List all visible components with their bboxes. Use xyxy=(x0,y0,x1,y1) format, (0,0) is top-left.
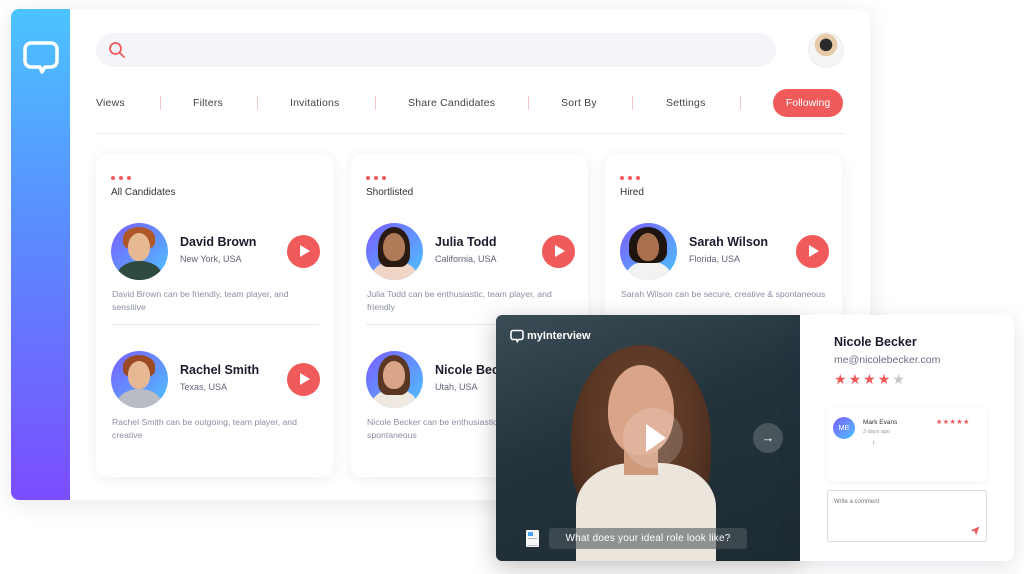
candidate-location: Utah, USA xyxy=(435,382,478,392)
star-icon[interactable]: ★ xyxy=(834,371,847,388)
play-video-button[interactable] xyxy=(542,235,575,268)
candidate-location: Florida, USA xyxy=(689,254,741,264)
profile-email[interactable]: me@nicolebecker.com xyxy=(834,354,940,366)
column-all-candidates: All Candidates David Brown New York, USA… xyxy=(96,154,333,477)
search-icon[interactable] xyxy=(108,41,126,59)
comment-input[interactable] xyxy=(827,490,987,542)
nav-divider xyxy=(257,96,258,110)
brand-name: myInterview xyxy=(527,330,591,342)
nav-views[interactable]: Views xyxy=(96,97,125,109)
star-icon[interactable]: ★ xyxy=(878,371,891,388)
nav-share-candidates[interactable]: Share Candidates xyxy=(408,97,495,109)
column-title: Hired xyxy=(620,187,644,198)
play-icon[interactable] xyxy=(623,408,683,468)
next-arrow-button[interactable]: → xyxy=(753,423,783,453)
nav-divider xyxy=(528,96,529,110)
following-button[interactable]: Following xyxy=(773,89,843,117)
candidate-avatar xyxy=(111,351,168,408)
candidate-location: California, USA xyxy=(435,254,497,264)
video-player[interactable]: myInterview → What does your ideal role … xyxy=(496,315,800,561)
candidate-name: Rachel Smith xyxy=(180,363,260,377)
search-input[interactable] xyxy=(132,33,762,67)
candidate-avatar xyxy=(366,351,423,408)
star-icon[interactable]: ★ xyxy=(863,371,876,388)
candidate-avatar xyxy=(620,223,677,280)
play-video-button[interactable] xyxy=(287,363,320,396)
send-icon[interactable] xyxy=(970,526,980,536)
candidate-location: New York, USA xyxy=(180,254,242,264)
candidate-profile-panel: Nicole Becker me@nicolebecker.com ★ ★ ★ … xyxy=(800,315,1014,561)
interview-question: What does your ideal role look like? xyxy=(549,528,747,549)
divider xyxy=(96,133,845,134)
user-avatar[interactable] xyxy=(808,32,844,68)
star-rating[interactable]: ★ ★ ★ ★ ★ xyxy=(834,371,905,388)
column-title: All Candidates xyxy=(111,187,176,198)
candidate-avatar xyxy=(366,223,423,280)
review-text: ! xyxy=(873,441,875,447)
candidate-description: Julia Todd can be enthusiastic, team pla… xyxy=(367,289,552,312)
more-dots-icon[interactable] xyxy=(366,176,386,180)
nav-filters[interactable]: Filters xyxy=(193,97,223,109)
search-bar[interactable] xyxy=(96,33,776,67)
chat-bubble-logo-icon[interactable] xyxy=(23,39,59,75)
column-title: Shortlisted xyxy=(366,187,414,198)
chat-bubble-logo-icon xyxy=(510,329,524,343)
candidate-card[interactable]: Rachel Smith Texas, USA Rachel Smith can… xyxy=(96,351,333,461)
candidate-avatar xyxy=(111,223,168,280)
brand-logo: myInterview xyxy=(510,329,591,343)
nav-sort-by[interactable]: Sort By xyxy=(561,97,597,109)
reviewer-avatar: ME xyxy=(833,417,855,439)
document-icon[interactable] xyxy=(526,530,539,547)
candidate-name: Julia Todd xyxy=(435,235,497,249)
nav-divider xyxy=(632,96,633,110)
sidebar xyxy=(11,9,70,500)
play-video-button[interactable] xyxy=(796,235,829,268)
candidate-description: Sarah Wilson can be secure, creative & s… xyxy=(621,289,826,299)
reviewer-name: Mark Evans xyxy=(863,419,898,426)
candidate-description: David Brown can be friendly, team player… xyxy=(112,289,289,312)
candidate-card[interactable]: David Brown New York, USA David Brown ca… xyxy=(96,223,333,333)
review-stars: ★★★★★ xyxy=(936,419,970,426)
more-dots-icon[interactable] xyxy=(111,176,131,180)
candidate-location: Texas, USA xyxy=(180,382,228,392)
nav-settings[interactable]: Settings xyxy=(666,97,706,109)
nav-divider xyxy=(375,96,376,110)
nav-invitations[interactable]: Invitations xyxy=(290,97,339,109)
review-card: ME Mark Evans 3 days ago ★★★★★ ! xyxy=(827,407,987,481)
candidate-name: Sarah Wilson xyxy=(689,235,769,249)
review-date: 3 days ago xyxy=(863,429,890,435)
candidate-description: Rachel Smith can be outgoing, team playe… xyxy=(112,417,297,440)
star-icon[interactable]: ★ xyxy=(849,371,862,388)
candidate-name: David Brown xyxy=(180,235,257,249)
more-dots-icon[interactable] xyxy=(620,176,640,180)
toolbar-nav: Views Filters Invitations Share Candidat… xyxy=(96,89,856,117)
profile-name: Nicole Becker xyxy=(834,335,917,349)
nav-divider xyxy=(160,96,161,110)
star-icon[interactable]: ★ xyxy=(892,371,905,388)
divider xyxy=(111,324,319,325)
play-video-button[interactable] xyxy=(287,235,320,268)
nav-divider xyxy=(740,96,741,110)
